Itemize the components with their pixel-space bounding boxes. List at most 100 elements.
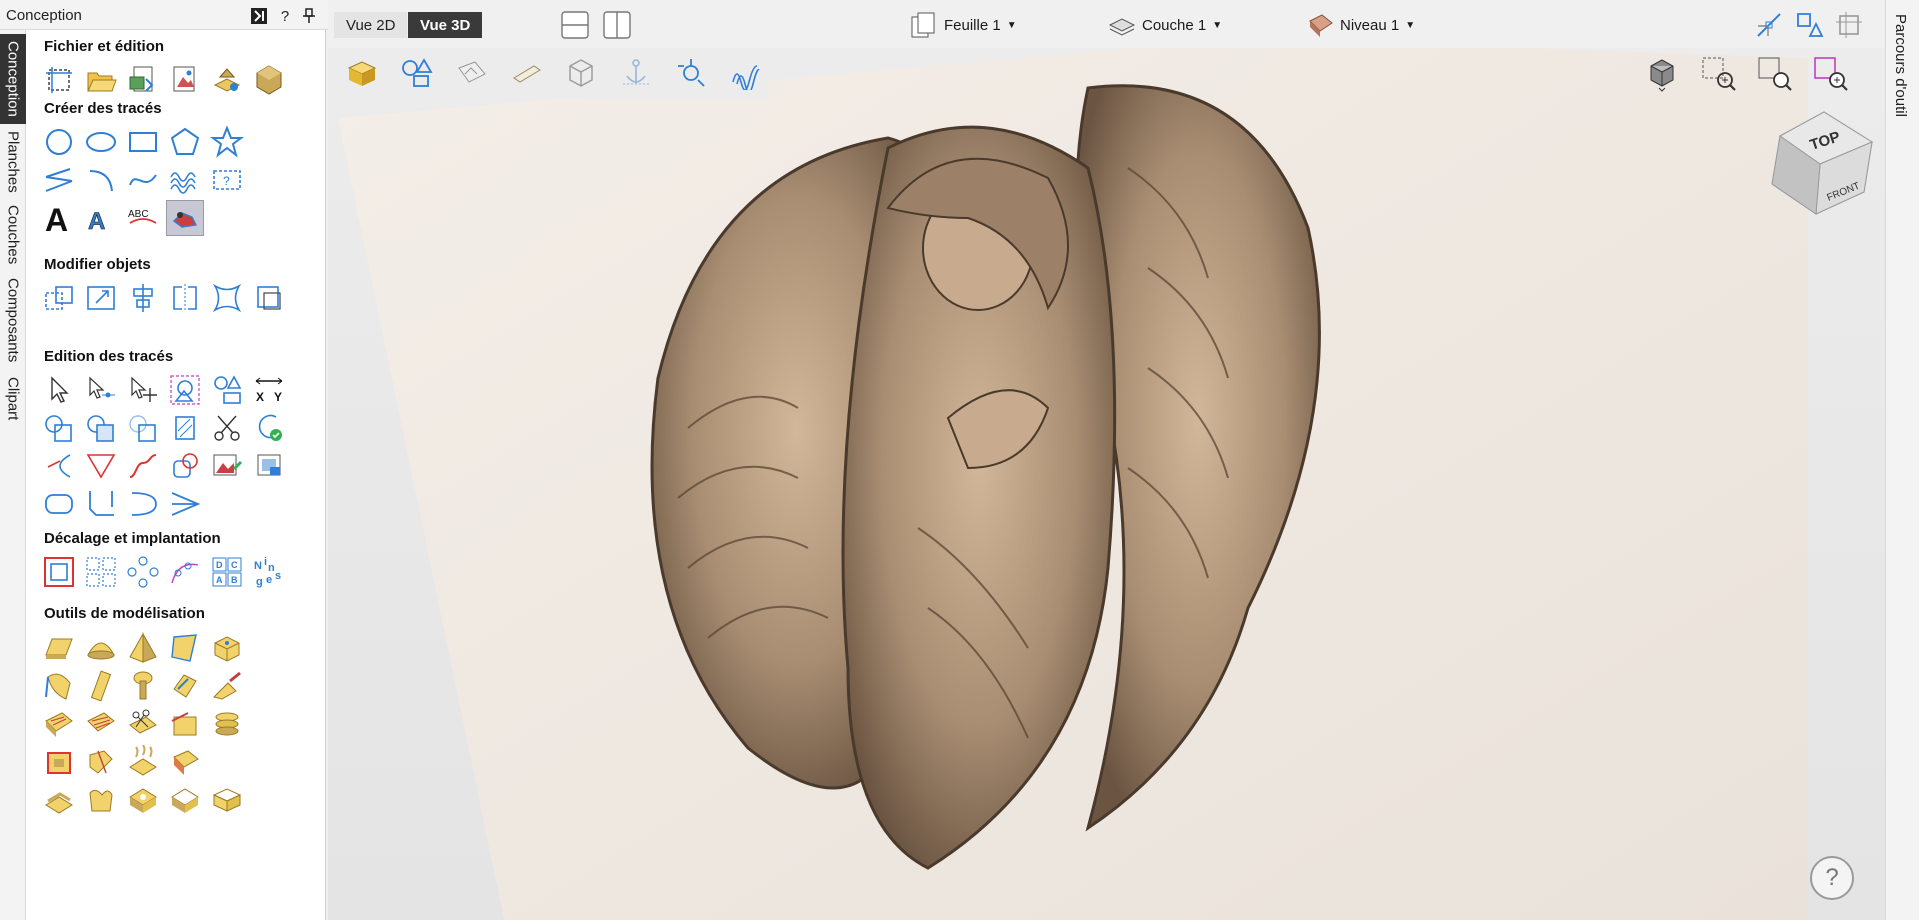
- rounded-rect-icon[interactable]: [40, 486, 78, 522]
- distort-icon[interactable]: [208, 280, 246, 316]
- nesting-icon[interactable]: Ninges: [250, 554, 288, 590]
- extrude-along-icon[interactable]: [82, 668, 120, 704]
- dome-icon[interactable]: [82, 630, 120, 666]
- offset-icon[interactable]: [40, 554, 78, 590]
- model-material-icon[interactable]: [250, 62, 288, 98]
- clear-icon[interactable]: [208, 782, 246, 818]
- align-icon[interactable]: [124, 280, 162, 316]
- render-mode-icon[interactable]: [340, 50, 385, 96]
- zoom-box-icon[interactable]: [1699, 54, 1737, 97]
- ellipse-icon[interactable]: [82, 124, 120, 160]
- stack-icon[interactable]: [208, 706, 246, 742]
- move-icon[interactable]: [40, 280, 78, 316]
- component-icon[interactable]: [40, 782, 78, 818]
- wave-icon[interactable]: [166, 162, 204, 198]
- extend-icon[interactable]: [40, 448, 78, 484]
- iso-view-icon[interactable]: [1643, 54, 1681, 97]
- tab-couches[interactable]: Couches: [0, 200, 26, 270]
- weld-icon[interactable]: [40, 410, 78, 446]
- wireframe-icon[interactable]: [559, 50, 604, 96]
- polygon-icon[interactable]: [166, 124, 204, 160]
- select-icon[interactable]: [40, 372, 78, 408]
- text-on-curve-icon[interactable]: ABC: [124, 200, 162, 236]
- join-icon[interactable]: [166, 486, 204, 522]
- toolpath-lines-icon[interactable]: [723, 50, 768, 96]
- pyramid-icon[interactable]: [124, 630, 162, 666]
- dogbone-icon[interactable]: [124, 486, 162, 522]
- extrude-icon[interactable]: [208, 630, 246, 666]
- nesting-abc-icon[interactable]: DCAB: [208, 554, 246, 590]
- polyline-icon[interactable]: [40, 162, 78, 198]
- image-props-icon[interactable]: [250, 448, 288, 484]
- sheet-dropdown[interactable]: Feuille 1 ▼: [910, 10, 1017, 40]
- tab-conception[interactable]: Conception: [0, 34, 26, 124]
- reset-icon[interactable]: [166, 744, 204, 780]
- array-copy-icon[interactable]: [82, 554, 120, 590]
- mirror-icon[interactable]: [166, 280, 204, 316]
- circular-copy-icon[interactable]: [124, 554, 162, 590]
- distort-model-icon[interactable]: [82, 782, 120, 818]
- shape-editor-icon[interactable]: [40, 630, 78, 666]
- curve-icon[interactable]: [124, 162, 162, 198]
- tab-composants[interactable]: Composants: [0, 272, 26, 368]
- node-edit-icon[interactable]: [82, 372, 120, 408]
- view-3d-button[interactable]: Vue 3D: [408, 12, 483, 38]
- sweep-icon[interactable]: [166, 630, 204, 666]
- trace-icon[interactable]: ?: [208, 162, 246, 198]
- zoom-fit-icon[interactable]: [1755, 54, 1793, 97]
- open-file-icon[interactable]: [82, 62, 120, 98]
- tab-planches[interactable]: Planches: [0, 126, 26, 198]
- chamfer-icon[interactable]: [82, 486, 120, 522]
- help-button[interactable]: ?: [1810, 856, 1854, 900]
- split-view-icon[interactable]: [602, 10, 632, 45]
- size-icon[interactable]: [250, 280, 288, 316]
- import-image-icon[interactable]: [166, 62, 204, 98]
- copy-along-vector-icon[interactable]: [166, 554, 204, 590]
- smooth-icon[interactable]: [124, 448, 162, 484]
- smooth-model-icon[interactable]: [124, 744, 162, 780]
- bake-icon[interactable]: [166, 782, 204, 818]
- show-vectors-icon[interactable]: [395, 50, 440, 96]
- interactive-trim-icon[interactable]: [166, 372, 204, 408]
- import-vector-icon[interactable]: [124, 62, 162, 98]
- toolpath-preview-icon[interactable]: [669, 50, 714, 96]
- zoom-selection-icon[interactable]: [1811, 54, 1849, 97]
- snap-icon[interactable]: [1754, 10, 1784, 45]
- group-icon[interactable]: [208, 372, 246, 408]
- weave-icon[interactable]: [82, 706, 120, 742]
- texture-icon[interactable]: [40, 706, 78, 742]
- scissors-icon[interactable]: [208, 410, 246, 446]
- star-icon[interactable]: [208, 124, 246, 160]
- pin-icon[interactable]: [298, 5, 320, 27]
- 3d-viewport[interactable]: TOP FRONT ?: [328, 48, 1885, 920]
- circle-icon[interactable]: [40, 124, 78, 160]
- import-component-icon[interactable]: [208, 62, 246, 98]
- show-material-icon[interactable]: [504, 50, 549, 96]
- spin-icon[interactable]: [166, 668, 204, 704]
- slice-icon[interactable]: [166, 706, 204, 742]
- arc-icon[interactable]: [82, 162, 120, 198]
- anchor-icon[interactable]: [614, 50, 659, 96]
- trim-offset-icon[interactable]: [166, 448, 204, 484]
- merge-icon[interactable]: [82, 744, 120, 780]
- turn-icon[interactable]: [124, 668, 162, 704]
- text-outline-icon[interactable]: A: [82, 200, 120, 236]
- transform-icon[interactable]: [124, 372, 162, 408]
- layer-dropdown[interactable]: Couche 1 ▼: [1108, 10, 1222, 40]
- subtract-icon[interactable]: [82, 410, 120, 446]
- emboss-icon[interactable]: [124, 782, 162, 818]
- fill-pattern-icon[interactable]: [166, 410, 204, 446]
- level-dropdown[interactable]: Niveau 1 ▼: [1306, 10, 1415, 40]
- help-icon[interactable]: ?: [274, 5, 296, 27]
- edit-image-icon[interactable]: [208, 448, 246, 484]
- scale-icon[interactable]: [82, 280, 120, 316]
- job-setup-icon[interactable]: [40, 62, 78, 98]
- single-view-icon[interactable]: [560, 10, 590, 45]
- grid-icon[interactable]: [1834, 10, 1864, 45]
- selection-mode-icon[interactable]: [1794, 10, 1824, 45]
- text-icon[interactable]: A: [40, 200, 78, 236]
- fade-icon[interactable]: [40, 744, 78, 780]
- show-image-icon[interactable]: [450, 50, 495, 96]
- close-vector-icon[interactable]: [250, 410, 288, 446]
- sculpt-icon[interactable]: [208, 668, 246, 704]
